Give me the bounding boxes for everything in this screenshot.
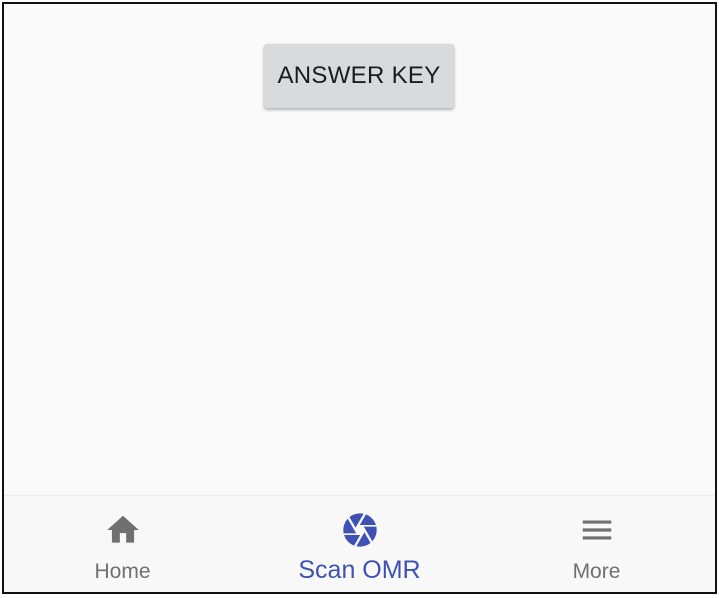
nav-label-home: Home: [94, 560, 151, 583]
main-content: ANSWER KEY: [4, 4, 715, 496]
nav-item-scan-omr[interactable]: Scan OMR: [241, 496, 478, 592]
nav-item-more[interactable]: More: [478, 496, 715, 592]
answer-key-button[interactable]: ANSWER KEY: [264, 44, 454, 108]
nav-item-home[interactable]: Home: [4, 496, 241, 592]
camera-aperture-icon: [340, 510, 380, 550]
nav-label-more: More: [572, 560, 621, 583]
menu-icon: [577, 510, 617, 550]
bottom-navigation: Home Scan OMR More: [4, 495, 715, 592]
app-window: ANSWER KEY Home Scan OMR More: [2, 2, 717, 594]
home-icon: [103, 510, 143, 550]
nav-label-scan-omr: Scan OMR: [298, 556, 421, 584]
